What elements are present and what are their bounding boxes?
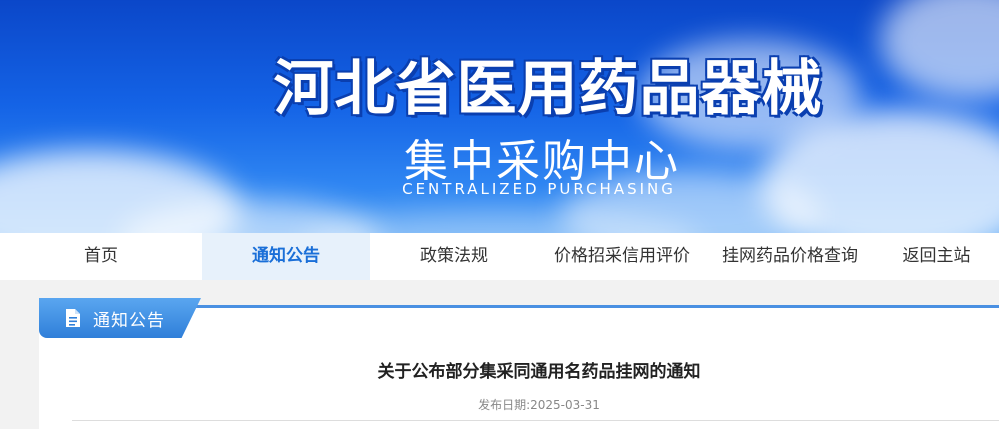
header-banner: 河北省医用药品器械 集中采购中心 CENTRALIZED PURCHASING [0, 0, 999, 233]
document-icon [66, 309, 80, 327]
nav-item-credit-evaluation[interactable]: 价格招采信用评价 [538, 233, 706, 280]
nav-item-notices[interactable]: 通知公告 [202, 233, 370, 280]
divider [72, 420, 999, 421]
nav-item-drug-price-query[interactable]: 挂网药品价格查询 [706, 233, 874, 280]
site-title: 河北省医用药品器械 [273, 54, 823, 124]
cloud-decoration [880, 0, 999, 100]
nav-item-policies[interactable]: 政策法规 [370, 233, 538, 280]
nav-item-return-main[interactable]: 返回主站 [874, 233, 999, 280]
main-nav: 首页 通知公告 政策法规 价格招采信用评价 挂网药品价格查询 返回主站 [0, 233, 999, 280]
article-date: 发布日期:2025-03-31 [478, 398, 600, 412]
article-title: 关于公布部分集采同通用名药品挂网的通知 [377, 362, 701, 382]
nav-item-home[interactable]: 首页 [0, 233, 202, 280]
section-tab-label: 通知公告 [93, 310, 165, 331]
section-tab: 通知公告 [39, 298, 201, 338]
site-subtitle-en: CENTRALIZED PURCHASING [402, 180, 676, 198]
